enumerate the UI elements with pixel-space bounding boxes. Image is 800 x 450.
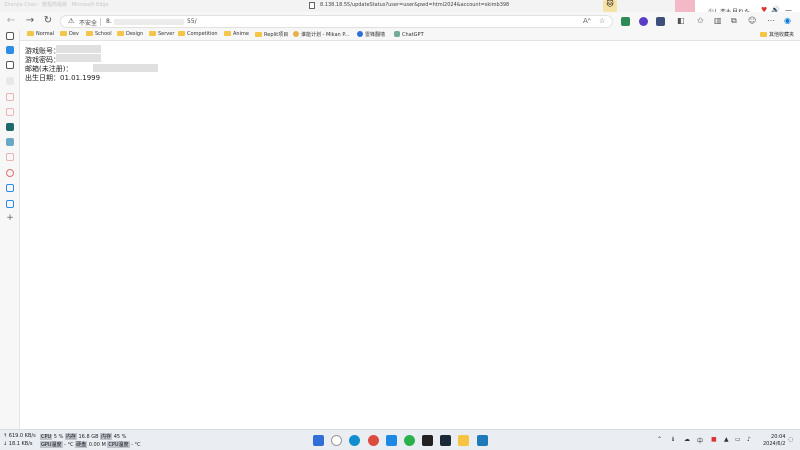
redacted-password: [56, 54, 101, 62]
collections-icon[interactable]: ▥: [714, 16, 722, 25]
ghost-window-text: Zhenjie Chen · 教程简易版 · Microsoft Edge: [4, 2, 109, 8]
bookmark-competition[interactable]: Competition: [178, 31, 218, 37]
app-icon-3[interactable]: [6, 153, 14, 161]
birthday-value: 01.01.1999: [60, 74, 101, 82]
chatgpt-icon: [394, 31, 400, 37]
favorites-icon[interactable]: ✩: [697, 16, 704, 25]
globe-icon: [357, 31, 363, 37]
extension-icon-1[interactable]: [621, 17, 630, 26]
bookmark-anime[interactable]: Anime: [224, 31, 249, 37]
steam-icon[interactable]: [440, 435, 451, 446]
url-prefix[interactable]: 8.: [106, 18, 112, 25]
reload-button[interactable]: ↻: [42, 15, 54, 26]
bookmarks-bar: Normal Dev School Design Server Competit…: [0, 30, 800, 41]
back-button[interactable]: ←: [5, 15, 17, 26]
page-icon: [309, 2, 315, 9]
forward-button[interactable]: →: [24, 15, 36, 26]
bookmark-dev[interactable]: Dev: [60, 31, 79, 37]
tools-icon[interactable]: [6, 108, 14, 116]
redacted-email: [93, 64, 158, 72]
bookmark-normal[interactable]: Normal: [27, 31, 54, 37]
redacted-url: [114, 19, 184, 25]
system-clock[interactable]: 20:04 2024/6/2: [763, 434, 785, 448]
search-icon[interactable]: [331, 435, 342, 446]
tab-title[interactable]: 8.138.18.55/updateStatus?user=user&pwd=h…: [320, 2, 509, 8]
bilibili-icon-2[interactable]: [6, 200, 14, 208]
extension-icon-3[interactable]: [656, 17, 665, 26]
network-icon[interactable]: ▭: [735, 436, 741, 443]
extensions-icon[interactable]: ⧉: [731, 16, 737, 26]
favorite-star-icon[interactable]: ☆: [599, 17, 605, 25]
add-icon[interactable]: +: [6, 214, 14, 223]
edge-sidebar: +: [0, 30, 20, 429]
gpu-stat: GPU温度 - °C 硬盘 0.00 M CPU温度 - °C: [40, 441, 141, 448]
tray-icon-3[interactable]: ■: [711, 436, 717, 443]
bilibili-icon[interactable]: [6, 184, 14, 192]
page-icon[interactable]: [6, 61, 14, 69]
folder-icon: [60, 31, 67, 36]
app-icon-4[interactable]: [6, 169, 14, 177]
start-icon[interactable]: [313, 435, 324, 446]
browser-toolbar: ← → ↻ ⚠ 不安全 8. 55/ Aᴬ ☆ ◧ ✩ ▥ ⧉ ☺ ⋯ ◉: [0, 12, 800, 30]
clock-date: 2024/6/2: [763, 441, 786, 447]
bookmark-other-favorites[interactable]: 其他收藏夹: [760, 31, 794, 38]
tray-icon-2[interactable]: ☁: [684, 436, 690, 443]
tray-icon-1[interactable]: ℹ: [672, 436, 674, 443]
folder-icon: [117, 31, 124, 36]
address-bar[interactable]: ⚠ 不安全 8. 55/ Aᴬ ☆: [60, 15, 613, 28]
warning-icon[interactable]: ⚠: [68, 17, 74, 25]
folder-icon: [178, 31, 185, 36]
volume-icon[interactable]: ♪: [747, 436, 751, 443]
bookmark-leifeng[interactable]: 雷锋翻墙: [357, 31, 385, 38]
bookmark-server[interactable]: Server: [149, 31, 174, 37]
insecure-label[interactable]: 不安全: [79, 18, 97, 27]
folder-icon: [760, 32, 767, 37]
clock-time: 20:04: [771, 434, 786, 440]
redacted-account: [56, 45, 101, 53]
address-separator: [100, 18, 101, 26]
tray-overflow-icon[interactable]: ⌃: [657, 436, 662, 443]
folder-icon: [255, 32, 262, 37]
cpu-stat: CPU 5 % 内存 16.8 GB 内存 45 %: [40, 433, 127, 440]
notification-icon[interactable]: ◌: [788, 436, 793, 443]
app-icon-extra[interactable]: [477, 435, 488, 446]
folder-icon: [224, 31, 231, 36]
app-a-icon[interactable]: [422, 435, 433, 446]
chrome-icon[interactable]: [368, 435, 379, 446]
download-speed: ↓ 18.1 KB/s: [3, 441, 33, 447]
bookmark-mikan[interactable]: 谁能计划 - Mikan P...: [293, 31, 349, 38]
edge-icon[interactable]: [349, 435, 360, 446]
tab-actions-icon[interactable]: [6, 32, 14, 40]
shopping-icon[interactable]: [6, 93, 14, 101]
folder-icon: [149, 31, 156, 36]
bookmark-chatgpt[interactable]: ChatGPT: [394, 31, 424, 38]
profile-icon[interactable]: ☺: [748, 16, 756, 25]
page-content: 游戏账号： 游戏密码： 邮箱(未注册)： 出生日期：01.01.1999: [21, 42, 800, 429]
url-suffix[interactable]: 55/: [187, 18, 197, 25]
vscode-icon[interactable]: [386, 435, 397, 446]
split-screen-icon[interactable]: ◧: [677, 16, 685, 25]
bookmark-design[interactable]: Design: [117, 31, 143, 37]
bookmark-replit[interactable]: Replit项目: [255, 31, 288, 38]
search-icon[interactable]: [6, 77, 14, 85]
copilot-icon[interactable]: ◉: [784, 16, 791, 25]
app-icon-1[interactable]: [6, 123, 14, 131]
read-aloud-icon[interactable]: Aᴬ: [583, 17, 591, 25]
wechat-icon[interactable]: [404, 435, 415, 446]
cat-icon[interactable]: 🐱: [603, 0, 617, 12]
workspaces-icon[interactable]: [6, 46, 14, 54]
extension-icon-2[interactable]: [639, 17, 648, 26]
ime-indicator[interactable]: 中: [697, 436, 703, 445]
more-menu-icon[interactable]: ⋯: [767, 16, 775, 25]
folder-icon: [86, 31, 93, 36]
file-explorer-icon[interactable]: [458, 435, 469, 446]
windows-taskbar: ↑ 619.0 KB/s ↓ 18.1 KB/s CPU 5 % 内存 16.8…: [0, 429, 800, 450]
folder-icon: [27, 31, 34, 36]
bookmark-school[interactable]: School: [86, 31, 112, 37]
app-icon-2[interactable]: [6, 138, 14, 146]
upload-speed: ↑ 619.0 KB/s: [3, 433, 36, 439]
birthday-label: 出生日期：01.01.1999: [25, 74, 101, 82]
tray-icon-4[interactable]: ▲: [724, 436, 729, 443]
mikan-icon: [293, 31, 299, 37]
